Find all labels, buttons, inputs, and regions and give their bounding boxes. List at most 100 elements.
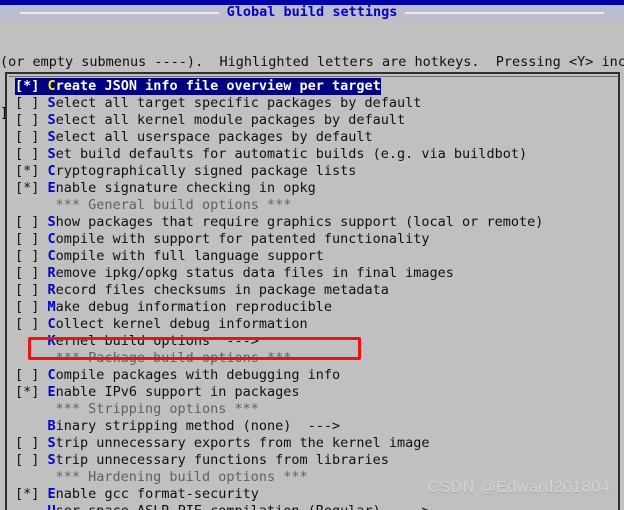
menu-item-checkbox[interactable]: [15, 333, 39, 349]
menu-item-label: elect all kernel module packages by defa…: [55, 112, 406, 128]
menu-item-hotkey: S: [47, 435, 56, 451]
menu-item-label: nable gcc format-security: [55, 486, 259, 502]
menu-item-label: trip unnecessary functions from librarie…: [55, 452, 389, 468]
title-rule-left: [20, 11, 219, 14]
menu-item-checkbox[interactable]: [ ]: [15, 435, 39, 451]
menu-item-hotkey: E: [47, 486, 56, 502]
menu-item[interactable]: [ ] Select all userspace packages by def…: [7, 129, 618, 146]
menu-item-label: inary stripping method (none) --->: [55, 418, 341, 434]
title-rule-right: [405, 11, 604, 14]
menu-item-hotkey: C: [47, 248, 56, 264]
help-line-1: (or empty submenus ----). Highlighted le…: [0, 54, 624, 70]
window-title-bar: Global build settings: [0, 5, 624, 20]
menu-item-label: reate JSON info file overview per target: [55, 78, 381, 94]
menu-item-hotkey: E: [47, 384, 56, 400]
menu-item-checkbox[interactable]: [ ]: [15, 367, 39, 383]
menu-item-checkbox[interactable]: [ ]: [15, 282, 39, 298]
menu-item-label: ompile with full language support: [55, 248, 324, 264]
menu-item-label: elect all target specific packages by de…: [55, 95, 422, 111]
menu-item[interactable]: [ ] Set build defaults for automatic bui…: [7, 146, 618, 163]
menu-separator-label: *** General build options ***: [55, 197, 292, 213]
menu-item-label: nable IPv6 support in packages: [55, 384, 300, 400]
menu-item-hotkey: S: [47, 146, 56, 162]
menu-item-hotkey: C: [47, 367, 56, 383]
menu-item-checkbox[interactable]: [*]: [15, 486, 39, 502]
menu-item-label: ser space ASLR PIE compilation (Regular)…: [56, 503, 430, 510]
menu-item-checkbox[interactable]: [ ]: [15, 112, 39, 128]
menu-item-hotkey: U: [48, 503, 56, 510]
menu-item-hotkey: S: [47, 452, 56, 468]
menu-separator-label: *** Package build options ***: [55, 350, 292, 366]
menu-separator: *** General build options ***: [7, 197, 618, 214]
menu-item-checkbox[interactable]: [15, 418, 39, 434]
menu-item-checkbox[interactable]: [ ]: [15, 265, 39, 281]
menu-item-hotkey: C: [47, 316, 56, 332]
menu-item-list[interactable]: [*] Create JSON info file overview per t…: [7, 78, 618, 510]
menu-item-checkbox[interactable]: [*]: [15, 384, 39, 400]
menu-item-checkbox[interactable]: [ ]: [15, 95, 39, 111]
menu-item[interactable]: Kernel build options --->: [7, 333, 618, 350]
menu-item[interactable]: [ ] Compile packages with debugging info: [7, 367, 618, 384]
menu-item-label: nable signature checking in opkg: [55, 180, 316, 196]
menu-item-hotkey: M: [47, 299, 56, 315]
menu-item-hotkey: C: [47, 78, 56, 94]
menu-item[interactable]: Binary stripping method (none) --->: [7, 418, 618, 435]
menu-item-checkbox[interactable]: [ ]: [15, 299, 39, 315]
menu-item[interactable]: User space ASLR PIE compilation (Regular…: [7, 503, 618, 510]
menu-item-checkbox[interactable]: [*]: [15, 163, 39, 179]
menu-item-label: elect all userspace packages by default: [55, 129, 373, 145]
menu-item-checkbox[interactable]: [*]: [15, 180, 39, 196]
menu-item-selection-highlight: [*] Create JSON info file overview per t…: [15, 78, 381, 95]
menu-item-hotkey: C: [47, 231, 56, 247]
menu-item[interactable]: [ ] Select all kernel module packages by…: [7, 112, 618, 129]
menu-item-checkbox[interactable]: [15, 503, 39, 510]
menu-item-label: ollect kernel debug information: [55, 316, 308, 332]
menu-frame: [*] Create JSON info file overview per t…: [5, 72, 620, 510]
menu-item[interactable]: [*] Enable signature checking in opkg: [7, 180, 618, 197]
menu-item-checkbox[interactable]: [ ]: [15, 452, 39, 468]
menu-item-label: ecord files checksums in package metadat…: [55, 282, 389, 298]
menu-item-hotkey: S: [47, 95, 56, 111]
menu-item-hotkey: B: [47, 418, 56, 434]
frame-inner-rule: [9, 76, 618, 77]
menu-item-label: how packages that require graphics suppo…: [55, 214, 544, 230]
menu-item-checkbox[interactable]: [*]: [15, 78, 39, 94]
menu-item-hotkey: K: [47, 333, 56, 349]
menu-item-hotkey: E: [47, 180, 56, 196]
menu-item-checkbox[interactable]: [ ]: [15, 248, 39, 264]
menu-item[interactable]: [ ] Make debug information reproducible: [7, 299, 618, 316]
menu-item[interactable]: [ ] Collect kernel debug information: [7, 316, 618, 333]
menu-item-checkbox[interactable]: [ ]: [15, 316, 39, 332]
menu-item[interactable]: [ ] Compile with full language support: [7, 248, 618, 265]
menu-item-hotkey: R: [47, 265, 56, 281]
menu-item-checkbox[interactable]: [ ]: [15, 231, 39, 247]
menu-item[interactable]: [ ] Show packages that require graphics …: [7, 214, 618, 231]
menu-item-label: ompile packages with debugging info: [55, 367, 341, 383]
menu-item[interactable]: [ ] Compile with support for patented fu…: [7, 231, 618, 248]
menu-item-hotkey: R: [47, 282, 56, 298]
menu-separator-label: *** Hardening build options ***: [55, 469, 308, 485]
menu-item-label: et build defaults for automatic builds (…: [55, 146, 528, 162]
menu-item[interactable]: [ ] Remove ipkg/opkg status data files i…: [7, 265, 618, 282]
menu-item[interactable]: [*] Enable IPv6 support in packages: [7, 384, 618, 401]
menu-item-label: ake debug information reproducible: [55, 299, 333, 315]
menu-item-label: emove ipkg/opkg status data files in fin…: [55, 265, 454, 281]
menu-item-checkbox[interactable]: [ ]: [15, 129, 39, 145]
menu-item-label: trip unnecessary exports from the kernel…: [55, 435, 430, 451]
menu-item-hotkey: S: [47, 112, 56, 128]
menu-item-label: ompile with support for patented functio…: [55, 231, 430, 247]
menu-item[interactable]: [*] Create JSON info file overview per t…: [7, 78, 618, 95]
menu-item-hotkey: S: [47, 129, 56, 145]
menu-item-label: ernel build options --->: [55, 333, 259, 349]
menu-item-checkbox[interactable]: [ ]: [15, 214, 39, 230]
menu-separator: *** Package build options ***: [7, 350, 618, 367]
menu-item[interactable]: [*] Cryptographically signed package lis…: [7, 163, 618, 180]
menu-item-hotkey: S: [47, 214, 56, 230]
menu-item[interactable]: [ ] Strip unnecessary functions from lib…: [7, 452, 618, 469]
menu-separator-label: *** Stripping options ***: [55, 401, 259, 417]
menu-item-checkbox[interactable]: [ ]: [15, 146, 39, 162]
menu-item[interactable]: [ ] Strip unnecessary exports from the k…: [7, 435, 618, 452]
page-title: Global build settings: [226, 4, 398, 20]
menu-item[interactable]: [ ] Select all target specific packages …: [7, 95, 618, 112]
menu-item[interactable]: [ ] Record files checksums in package me…: [7, 282, 618, 299]
